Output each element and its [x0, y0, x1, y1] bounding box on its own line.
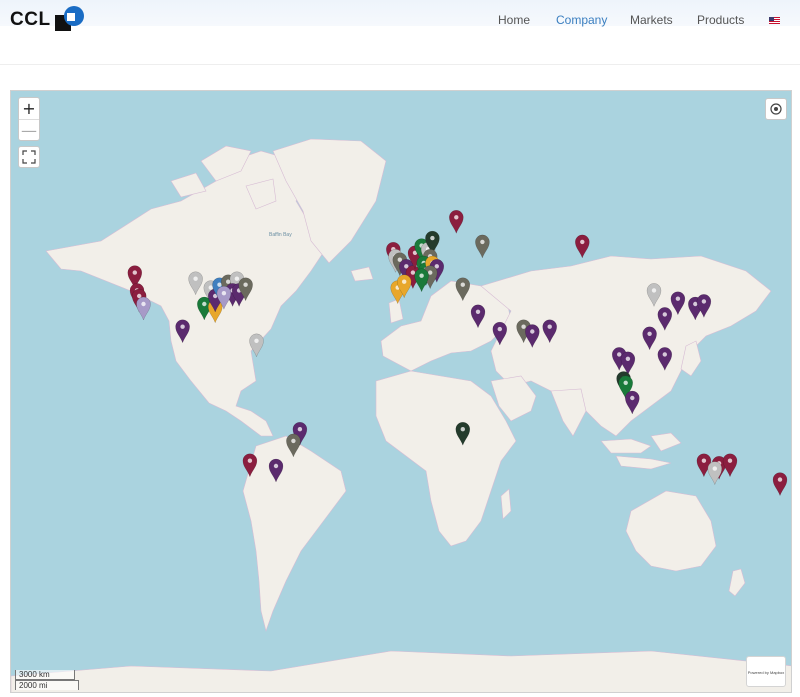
location-marker[interactable] [575, 234, 590, 259]
southeast-asia-islands-land [600, 432, 682, 470]
africa-land [375, 370, 517, 547]
map-attribution[interactable]: Powered by Mapbox [746, 656, 786, 687]
antarctica-land [11, 650, 791, 692]
scale-km: 3000 km [15, 670, 75, 680]
logo-mark-icon [53, 5, 85, 35]
site-header: CCL Home Company Markets Products [0, 0, 800, 64]
madagascar-land [500, 488, 512, 520]
logo-text: CCL [10, 9, 51, 30]
nav-products[interactable]: Products [697, 13, 744, 27]
fullscreen-icon [22, 150, 36, 164]
fullscreen-button[interactable] [18, 146, 40, 168]
zoom-out-button[interactable]: — [19, 119, 39, 140]
zoom-in-button[interactable]: + [19, 98, 39, 119]
nav-company[interactable]: Company [556, 13, 607, 27]
baffin-bay-label: Baffin Bay [269, 232, 292, 238]
header-band [0, 0, 800, 26]
ccl-logo[interactable]: CCL [10, 5, 85, 35]
location-marker[interactable] [707, 461, 723, 486]
location-marker[interactable] [136, 296, 151, 321]
uk-land [388, 298, 404, 324]
nav-home[interactable]: Home [498, 13, 530, 27]
location-marker[interactable] [772, 472, 788, 497]
locations-map[interactable]: Baffin Bay + — 3000 km 2000 mi Powered b… [10, 90, 792, 693]
location-marker[interactable] [475, 234, 490, 259]
locate-button[interactable] [765, 98, 787, 120]
nav-markets[interactable]: Markets [630, 13, 673, 27]
zoom-control: + — [18, 97, 40, 141]
india-land [550, 388, 587, 437]
scale-mi: 2000 mi [15, 680, 79, 690]
location-marker[interactable] [414, 268, 429, 293]
south-america-land [242, 435, 347, 633]
header-divider [0, 64, 800, 65]
locate-icon [770, 103, 782, 115]
us-flag-icon[interactable] [769, 17, 780, 24]
location-marker[interactable] [722, 453, 738, 478]
iceland-land [350, 266, 374, 282]
world-basemap: Baffin Bay [11, 138, 791, 692]
australia-land [625, 490, 717, 572]
new-zealand-land [728, 568, 746, 597]
location-marker[interactable] [449, 210, 464, 235]
scale-bar: 3000 km 2000 mi [15, 670, 79, 690]
